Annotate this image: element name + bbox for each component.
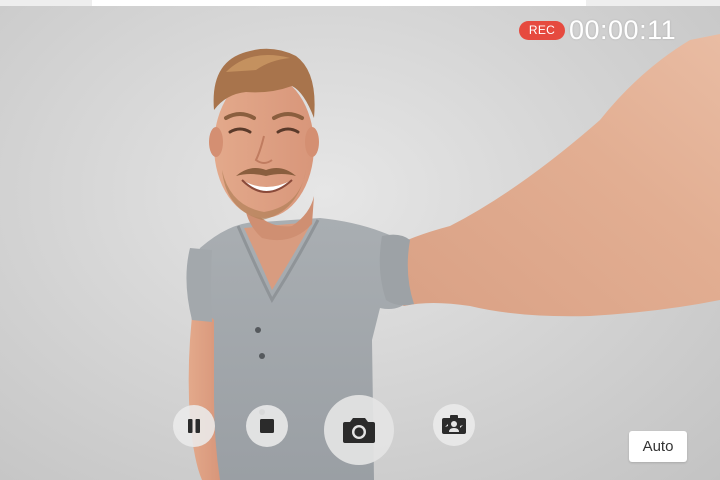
stop-icon — [260, 419, 274, 433]
camera-viewfinder[interactable]: REC 00:00:11 Auto — [0, 0, 720, 480]
recording-timer: 00:00:11 — [569, 15, 677, 45]
camera-icon — [343, 418, 375, 443]
pause-button[interactable] — [173, 405, 215, 447]
capture-photo-button[interactable] — [324, 395, 394, 465]
auto-mode-button[interactable]: Auto — [629, 431, 687, 462]
rec-badge: REC — [519, 21, 565, 40]
switch-camera-button[interactable] — [433, 404, 475, 446]
stop-button[interactable] — [246, 405, 288, 447]
switch-camera-icon — [442, 415, 466, 434]
pause-icon — [188, 419, 200, 433]
